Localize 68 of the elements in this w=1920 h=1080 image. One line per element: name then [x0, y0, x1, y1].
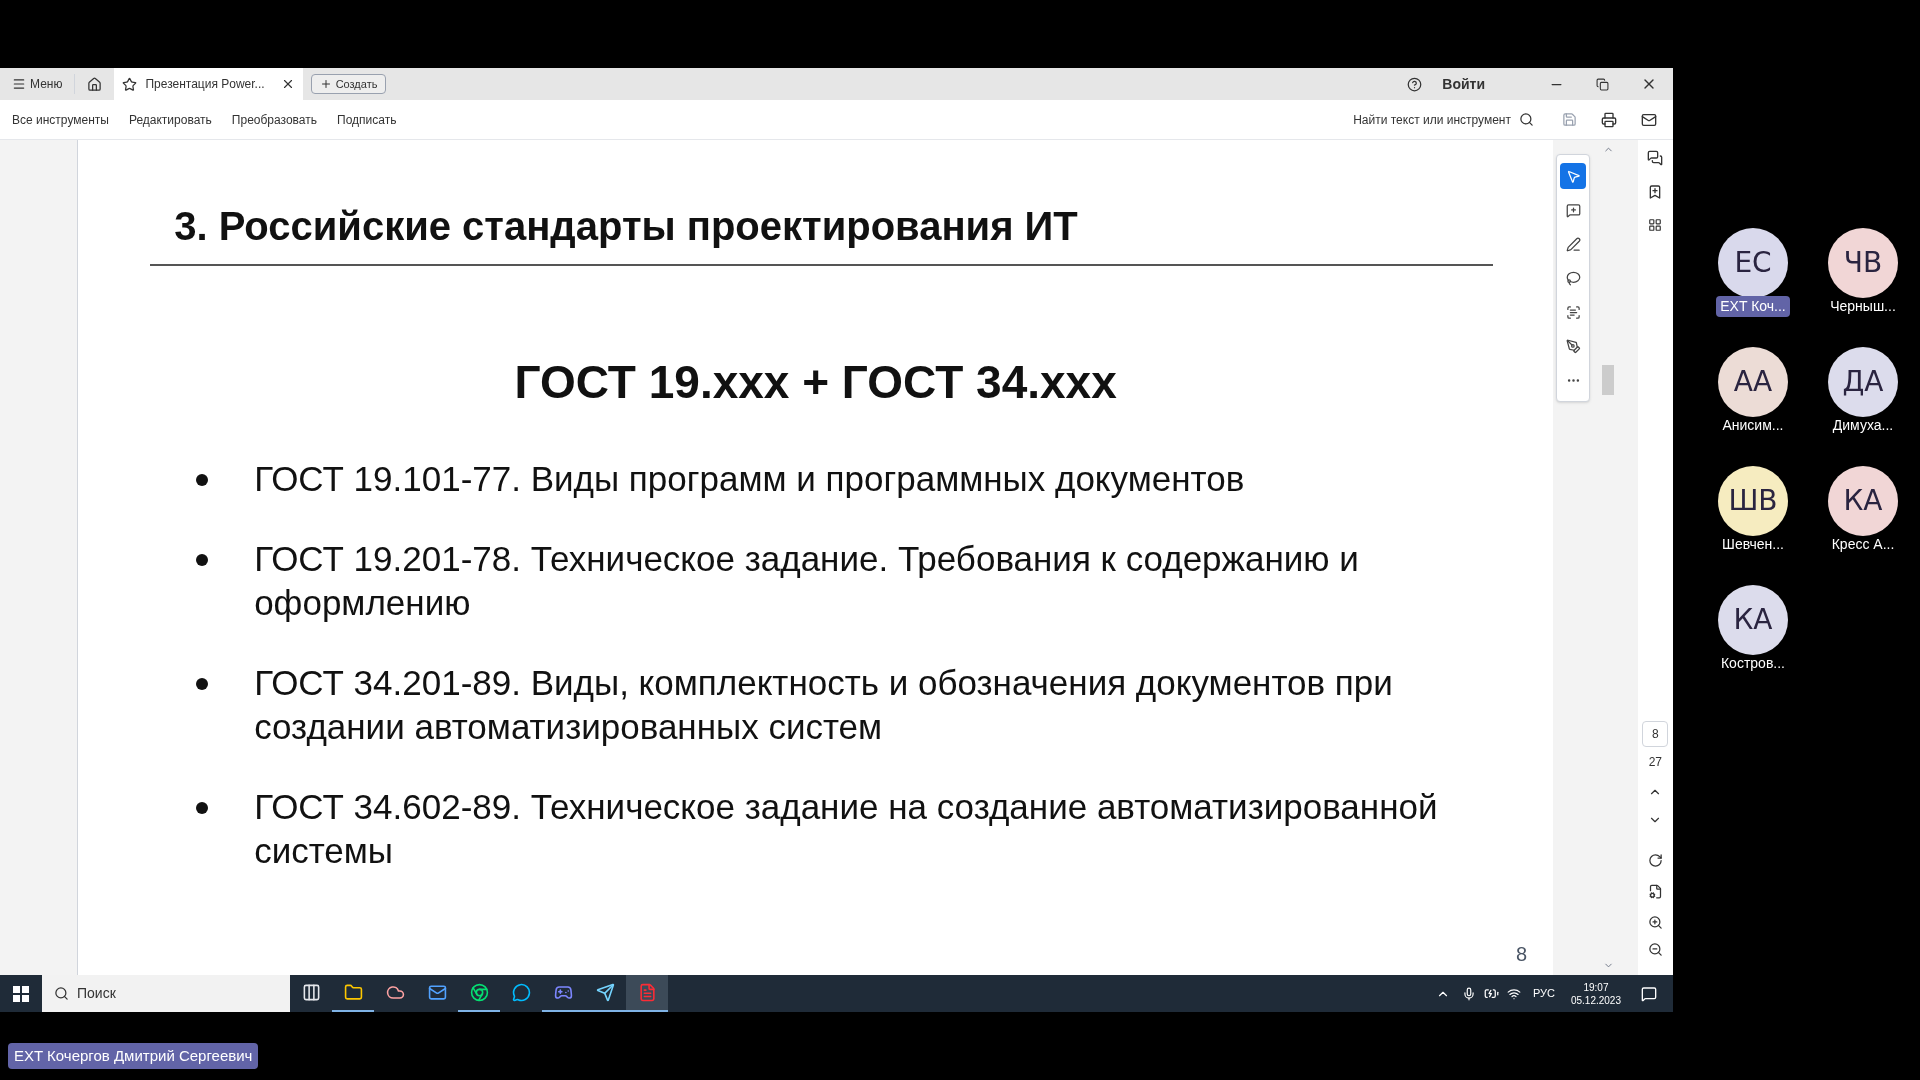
- sign-in-button[interactable]: Войти: [1442, 73, 1485, 95]
- help-icon[interactable]: [1407, 76, 1423, 92]
- bullet-icon: [196, 554, 209, 566]
- home-icon[interactable]: [87, 76, 103, 92]
- rotate-icon[interactable]: [1647, 853, 1663, 868]
- document-icon[interactable]: [626, 975, 668, 1012]
- toolbar-menu-item[interactable]: Все инструменты: [12, 110, 109, 129]
- bullet-icon: [196, 474, 209, 486]
- participant-name: Костров...: [1719, 654, 1786, 673]
- thumbnails-icon[interactable]: [1648, 218, 1663, 232]
- participant-name: Кресс А...: [1830, 535, 1896, 554]
- search-icon[interactable]: [1519, 112, 1534, 127]
- notifications-icon[interactable]: [1641, 985, 1657, 1002]
- star-icon: [122, 76, 138, 92]
- presenter-name-label: EXT Кочергов Дмитрий Сергеевич: [8, 1042, 259, 1070]
- bullet-text: ГОСТ 19.101-77. Виды программ и программных документов: [254, 458, 1245, 500]
- plus-icon: [319, 78, 332, 90]
- page-number: 8: [1516, 942, 1528, 967]
- taskbar-search-field[interactable]: Поиск: [42, 975, 290, 1012]
- clock-date: 05.12.2023: [1570, 993, 1621, 1007]
- toolbar-menu-item[interactable]: Подписать: [337, 110, 397, 129]
- save-icon[interactable]: [1562, 112, 1577, 127]
- zoom-out-icon[interactable]: [1647, 942, 1663, 957]
- create-button[interactable]: Создать: [310, 74, 387, 94]
- participant-name: Анисим...: [1721, 416, 1785, 435]
- restore-icon[interactable]: [1596, 77, 1609, 91]
- search-icon: [54, 986, 69, 1001]
- find-label[interactable]: Найти текст или инструмент: [1353, 110, 1511, 129]
- page-count: 27: [1648, 754, 1663, 771]
- participant-initials: EC: [1734, 245, 1772, 281]
- language-indicator[interactable]: РУС: [1532, 985, 1555, 1002]
- participant-name: Черныш...: [1829, 297, 1897, 316]
- participant-initials: ДА: [1842, 364, 1884, 400]
- comments-icon[interactable]: [1647, 150, 1664, 166]
- bullet-icon: [196, 802, 209, 814]
- mail-icon[interactable]: [1641, 111, 1657, 128]
- participant-name: EXT Коч...: [1716, 296, 1790, 317]
- microphone-icon[interactable]: [1461, 986, 1476, 1001]
- battery-icon[interactable]: [1483, 986, 1499, 1001]
- slide-heading: ГОСТ 19.xxx + ГОСТ 34.xxx: [513, 355, 1118, 410]
- tab-title: Презентация Power...: [145, 76, 265, 93]
- participant-initials: ШВ: [1728, 483, 1778, 519]
- toolbar-menu-item[interactable]: Преобразовать: [231, 110, 317, 129]
- bullet-text: ГОСТ 34.201-89. Виды, комплектность и обозначения документов при создании автоматизированных систем: [254, 662, 1394, 748]
- current-page-field[interactable]: 8: [1642, 721, 1669, 747]
- print-icon[interactable]: [1601, 111, 1617, 128]
- menu-button[interactable]: Меню: [0, 68, 75, 100]
- slide-title: 3. Российские стандарты проектирования ИТ: [174, 203, 1079, 250]
- pointer-icon[interactable]: [1560, 163, 1587, 189]
- toolbar-menu-item[interactable]: Редактировать: [128, 110, 212, 129]
- bullet-text: ГОСТ 34.602-89. Техническое задание на создание автоматизированной системы: [254, 786, 1439, 872]
- participant-initials: АА: [1733, 364, 1773, 400]
- participant-name: Димуха...: [1831, 416, 1895, 435]
- document-tab[interactable]: Презентация Power...: [114, 68, 303, 100]
- participant-name: Шевчен...: [1721, 535, 1785, 554]
- page-tool-icon[interactable]: [1647, 884, 1663, 899]
- participant-initials: КА: [1843, 483, 1883, 519]
- participant-initials: КА: [1733, 602, 1773, 638]
- scrollbar-thumb[interactable]: [1602, 365, 1615, 395]
- zoom-in-icon[interactable]: [1647, 915, 1663, 930]
- participant-initials: ЧВ: [1843, 245, 1883, 281]
- clock-time: 19:07: [1583, 980, 1609, 994]
- bullet-text: ГОСТ 19.201-78. Техническое задание. Требования к содержанию и оформлению: [254, 538, 1360, 624]
- menu-icon: [12, 77, 26, 91]
- start-icon[interactable]: [13, 985, 29, 1002]
- wifi-icon[interactable]: [1506, 986, 1521, 1001]
- search-placeholder: Поиск: [77, 984, 116, 1003]
- bullet-icon: [196, 678, 209, 690]
